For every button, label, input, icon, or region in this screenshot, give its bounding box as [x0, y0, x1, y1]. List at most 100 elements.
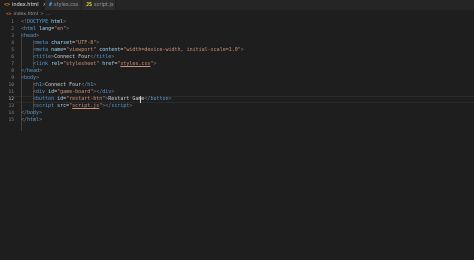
attribute-value: "stylesheet"	[63, 61, 100, 67]
tag-name: DOCTYPE	[27, 19, 49, 25]
attribute-value: "restart-btn"	[66, 96, 106, 102]
breadcrumb-file[interactable]: index.html	[14, 12, 39, 17]
code-line: <!DOCTYPE html>	[21, 19, 66, 26]
line-number: 13	[8, 104, 14, 109]
punctuation: >	[39, 68, 43, 74]
html-file-icon: <>	[4, 2, 11, 8]
punctuation: >	[153, 61, 157, 67]
tag-name: body	[24, 75, 37, 81]
text-cursor	[140, 96, 141, 103]
code-editor-window: <> index.html × # styles.css JS script.j…	[0, 0, 474, 260]
punctuation: >	[111, 89, 115, 95]
punctuation: >	[93, 82, 97, 88]
attribute: name	[51, 47, 64, 53]
tag-name: button	[36, 96, 55, 102]
punctuation: >	[96, 40, 100, 46]
tag-name: title	[36, 54, 52, 60]
punctuation: >	[39, 110, 43, 116]
code-line: <body>	[21, 75, 39, 82]
punctuation: >	[36, 33, 40, 39]
code-line: <div id="game-board"></div>	[33, 89, 114, 96]
punctuation: >	[240, 47, 244, 53]
element-text: Connect Four	[45, 82, 82, 88]
punctuation: >	[111, 54, 115, 60]
attribute: charset	[51, 40, 73, 46]
line-number: 2	[11, 27, 14, 32]
punctuation: >	[36, 75, 40, 81]
attribute-value: "width=device-width, initial-scale=1.0"	[123, 47, 241, 53]
tag-name: head	[27, 68, 40, 74]
css-file-icon: #	[49, 2, 53, 8]
attribute: href	[102, 61, 115, 67]
tag-name: html	[27, 117, 40, 123]
tag-name: div	[102, 89, 112, 95]
tab-label: index.html	[12, 2, 39, 8]
element-text: Restart Game	[108, 96, 145, 102]
code-line: </body>	[21, 110, 42, 117]
line-number: 9	[11, 76, 14, 81]
line-number: 10	[8, 83, 14, 88]
attribute-value: "game-board"	[57, 89, 94, 95]
attribute: rel	[51, 61, 61, 67]
js-file-icon: JS	[86, 2, 93, 8]
code-line: <head>	[21, 33, 39, 40]
punctuation: >	[39, 117, 43, 123]
file-link[interactable]: styles.css	[120, 61, 150, 67]
breadcrumb: <> index.html > ...	[6, 11, 50, 18]
code-line: <meta charset="UTF-8">	[33, 40, 99, 47]
tag-name: meta	[36, 40, 49, 46]
editor-text-area[interactable]: 1 2 3 4 5 6 7 8 9 10 11 12 13 14 15 <!DO…	[0, 19, 474, 260]
code-line: <html lang="en">	[21, 26, 69, 33]
tag-name: script	[36, 103, 55, 109]
code-line: </html>	[21, 117, 42, 124]
attribute: html	[51, 19, 64, 25]
code-line: <button id="restart-btn">Restart Game</b…	[33, 96, 172, 103]
tag-name: button	[150, 96, 169, 102]
tag-name: div	[36, 89, 46, 95]
punctuation: >	[168, 96, 172, 102]
code-line: <meta name="viewport" content="width=dev…	[33, 47, 244, 54]
code-line: <link rel="stylesheet" href="styles.css"…	[33, 61, 156, 68]
punctuation: >	[63, 19, 67, 25]
attribute: src	[57, 103, 67, 109]
line-number: 1	[11, 20, 14, 25]
attribute-value: "viewport"	[66, 47, 97, 53]
code-line: <title>Connect Four</title>	[33, 54, 114, 61]
line-number: 11	[8, 90, 14, 95]
line-number: 5	[11, 48, 14, 53]
attribute: lang	[39, 26, 52, 32]
html-file-icon: <>	[6, 12, 12, 17]
tab-label: script.js	[94, 2, 114, 8]
tab-index-html[interactable]: <> index.html ×	[0, 0, 47, 10]
line-number: 4	[11, 41, 14, 46]
line-number: 15	[8, 118, 14, 123]
line-number: 8	[11, 69, 14, 74]
attribute: content	[99, 47, 121, 53]
tag-name: html	[24, 26, 37, 32]
line-number: 7	[11, 62, 14, 67]
tag-name: head	[24, 33, 37, 39]
line-number: 3	[11, 34, 14, 39]
line-number: 6	[11, 55, 14, 60]
code-line: <h1>Connect Four</h1>	[33, 82, 96, 89]
element-text: Connect Four	[54, 54, 91, 60]
tag-name: title	[96, 54, 112, 60]
editor-tab-bar: <> index.html × # styles.css JS script.j…	[0, 0, 474, 10]
tag-name: script	[111, 103, 130, 109]
tag-name: body	[27, 110, 40, 116]
tag-name: meta	[36, 47, 49, 53]
code-line: <script src="script.js"></script>	[33, 103, 132, 110]
tab-styles-css[interactable]: # styles.css	[45, 0, 82, 10]
attribute-value: "en"	[54, 26, 67, 32]
punctuation: >	[66, 26, 70, 32]
code-line: </head>	[21, 68, 42, 75]
tab-label: styles.css	[54, 2, 79, 8]
breadcrumb-separator: >	[40, 12, 44, 17]
line-number: 12	[8, 97, 14, 102]
attribute-value: "UTF-8"	[75, 40, 97, 46]
breadcrumb-symbol[interactable]: ...	[46, 12, 50, 17]
tab-script-js[interactable]: JS script.js	[82, 0, 116, 10]
punctuation: >	[129, 103, 133, 109]
file-link[interactable]: script.js	[72, 103, 99, 109]
line-number: 14	[8, 111, 14, 116]
